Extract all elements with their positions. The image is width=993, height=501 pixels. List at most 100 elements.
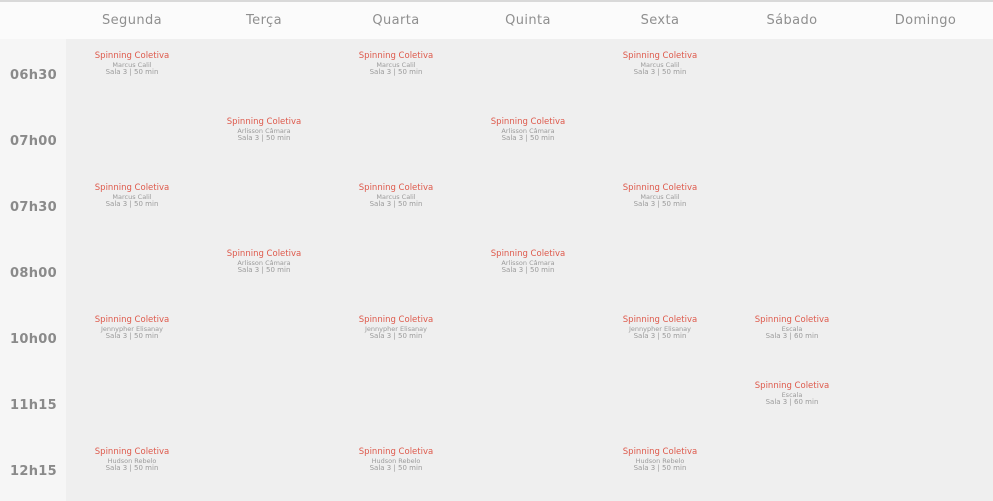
day-header-segunda: Segunda: [66, 2, 198, 39]
room-duration: Sala 3 | 50 min: [633, 68, 687, 76]
schedule-cell-domingo: [858, 105, 993, 171]
time-row-07h00: 07h00 Spinning Coletiva Arlisson Câmara Sal…: [0, 105, 993, 171]
schedule-cell-terca: [198, 435, 330, 501]
room-duration: Sala 3 | 60 min: [765, 332, 819, 340]
class-name: Spinning Coletiva: [226, 249, 302, 259]
schedule-cell-domingo: [858, 369, 993, 435]
class-name: Spinning Coletiva: [622, 183, 698, 193]
class-entry[interactable]: Spinning Coletiva Jennypher Elisanay Sala …: [330, 303, 462, 340]
room-duration: Sala 3 | 50 min: [633, 332, 687, 340]
schedule-cell-sabado: [726, 237, 858, 303]
schedule-cell-terca: [198, 171, 330, 237]
schedule-cell-quarta: [330, 369, 462, 435]
schedule-cell-quinta: [462, 39, 594, 105]
schedule-cell-terca: [198, 369, 330, 435]
time-label: 10h00: [0, 303, 66, 369]
class-entry[interactable]: Spinning Coletiva Marcus Calil Sala 3 | 50…: [594, 171, 726, 208]
class-name: Spinning Coletiva: [94, 183, 170, 193]
time-label: 11h15: [0, 369, 66, 435]
schedule-cell-terca: Spinning Coletiva Arlisson Câmara Sala 3 |…: [198, 105, 330, 171]
class-name: Spinning Coletiva: [622, 315, 698, 325]
class-entry[interactable]: Spinning Coletiva Arlisson Câmara Sala 3 |…: [198, 237, 330, 274]
schedule-cell-quinta: [462, 171, 594, 237]
schedule-body: 06h30 Spinning Coletiva Marcus Calil Sala 3…: [0, 39, 993, 501]
schedule-cell-quinta: [462, 369, 594, 435]
room-duration: Sala 3 | 50 min: [369, 464, 423, 472]
room-duration: Sala 3 | 50 min: [501, 266, 555, 274]
time-row-06h30: 06h30 Spinning Coletiva Marcus Calil Sala 3…: [0, 39, 993, 105]
schedule-cell-sexta: [594, 369, 726, 435]
room-duration: Sala 3 | 50 min: [633, 200, 687, 208]
class-name: Spinning Coletiva: [490, 117, 566, 127]
schedule-cell-sexta: Spinning Coletiva Marcus Calil Sala 3 | 50…: [594, 171, 726, 237]
day-header-quinta: Quinta: [462, 2, 594, 39]
time-row-07h30: 07h30 Spinning Coletiva Marcus Calil Sala 3…: [0, 171, 993, 237]
schedule-cell-quinta: Spinning Coletiva Arlisson Câmara Sala 3 |…: [462, 237, 594, 303]
class-entry[interactable]: Spinning Coletiva Hudson Rebelo Sala 3 | 5…: [594, 435, 726, 472]
day-header-domingo: Domingo: [858, 2, 993, 39]
schedule-cell-quinta: [462, 435, 594, 501]
schedule-cell-sexta: Spinning Coletiva Marcus Calil Sala 3 | 50…: [594, 39, 726, 105]
class-name: Spinning Coletiva: [358, 183, 434, 193]
schedule-cell-quarta: Spinning Coletiva Jennypher Elisanay Sala …: [330, 303, 462, 369]
schedule-cell-segunda: [66, 237, 198, 303]
schedule-cell-domingo: [858, 171, 993, 237]
class-entry[interactable]: Spinning Coletiva Jennypher Elisanay Sala …: [594, 303, 726, 340]
schedule-cell-quarta: [330, 237, 462, 303]
class-entry[interactable]: Spinning Coletiva Jennypher Elisanay Sala …: [66, 303, 198, 340]
class-name: Spinning Coletiva: [226, 117, 302, 127]
class-entry[interactable]: Spinning Coletiva Marcus Calil Sala 3 | 50…: [594, 39, 726, 76]
schedule-cell-quinta: Spinning Coletiva Arlisson Câmara Sala 3 |…: [462, 105, 594, 171]
room-duration: Sala 3 | 50 min: [501, 134, 555, 142]
time-row-12h15: 12h15 Spinning Coletiva Hudson Rebelo Sala …: [0, 435, 993, 501]
class-entry[interactable]: Spinning Coletiva Hudson Rebelo Sala 3 | 5…: [330, 435, 462, 472]
class-name: Spinning Coletiva: [622, 447, 698, 457]
schedule-cell-sabado: [726, 39, 858, 105]
schedule-cell-sabado: [726, 105, 858, 171]
room-duration: Sala 3 | 50 min: [237, 266, 291, 274]
schedule-cell-quarta: Spinning Coletiva Hudson Rebelo Sala 3 | 5…: [330, 435, 462, 501]
class-entry[interactable]: Spinning Coletiva Arlisson Câmara Sala 3 |…: [462, 105, 594, 142]
time-label: 07h30: [0, 171, 66, 237]
class-entry[interactable]: Spinning Coletiva Arlisson Câmara Sala 3 |…: [462, 237, 594, 274]
schedule-cell-quarta: Spinning Coletiva Marcus Calil Sala 3 | 50…: [330, 39, 462, 105]
room-duration: Sala 3 | 50 min: [105, 464, 159, 472]
schedule-cell-sabado: [726, 435, 858, 501]
room-duration: Sala 3 | 50 min: [369, 200, 423, 208]
class-name: Spinning Coletiva: [622, 51, 698, 61]
schedule-cell-quinta: [462, 303, 594, 369]
weekday-header-row: Segunda Terça Quarta Quinta Sexta Sábado…: [0, 2, 993, 39]
room-duration: Sala 3 | 50 min: [369, 332, 423, 340]
day-header-quarta: Quarta: [330, 2, 462, 39]
class-name: Spinning Coletiva: [358, 51, 434, 61]
time-row-08h00: 08h00 Spinning Coletiva Arlisson Câmara Sal…: [0, 237, 993, 303]
time-label: 07h00: [0, 105, 66, 171]
class-entry[interactable]: Spinning Coletiva Escala Sala 3 | 60 min: [726, 369, 858, 406]
day-header-sexta: Sexta: [594, 2, 726, 39]
schedule-cell-segunda: Spinning Coletiva Jennypher Elisanay Sala …: [66, 303, 198, 369]
class-name: Spinning Coletiva: [94, 51, 170, 61]
class-name: Spinning Coletiva: [358, 447, 434, 457]
class-name: Spinning Coletiva: [754, 381, 830, 391]
class-entry[interactable]: Spinning Coletiva Marcus Calil Sala 3 | 50…: [330, 39, 462, 76]
schedule-cell-segunda: Spinning Coletiva Marcus Calil Sala 3 | 50…: [66, 39, 198, 105]
schedule-cell-sabado: [726, 171, 858, 237]
class-entry[interactable]: Spinning Coletiva Hudson Rebelo Sala 3 | 5…: [66, 435, 198, 472]
class-entry[interactable]: Spinning Coletiva Marcus Calil Sala 3 | 50…: [66, 171, 198, 208]
room-duration: Sala 3 | 50 min: [369, 68, 423, 76]
schedule-cell-sexta: [594, 237, 726, 303]
class-name: Spinning Coletiva: [94, 447, 170, 457]
class-entry[interactable]: Spinning Coletiva Marcus Calil Sala 3 | 50…: [66, 39, 198, 76]
time-row-11h15: 11h15 Spinning Coletiva Escala Sala 3 | 60 …: [0, 369, 993, 435]
class-entry[interactable]: Spinning Coletiva Escala Sala 3 | 60 min: [726, 303, 858, 340]
class-entry[interactable]: Spinning Coletiva Arlisson Câmara Sala 3 |…: [198, 105, 330, 142]
time-label: 12h15: [0, 435, 66, 501]
room-duration: Sala 3 | 50 min: [633, 464, 687, 472]
schedule-cell-sabado: Spinning Coletiva Escala Sala 3 | 60 min: [726, 369, 858, 435]
schedule-cell-segunda: Spinning Coletiva Marcus Calil Sala 3 | 50…: [66, 171, 198, 237]
class-entry[interactable]: Spinning Coletiva Marcus Calil Sala 3 | 50…: [330, 171, 462, 208]
schedule-cell-domingo: [858, 39, 993, 105]
class-name: Spinning Coletiva: [94, 315, 170, 325]
class-schedule-table: Segunda Terça Quarta Quinta Sexta Sábado…: [0, 2, 993, 501]
schedule-header: Segunda Terça Quarta Quinta Sexta Sábado…: [0, 2, 993, 39]
